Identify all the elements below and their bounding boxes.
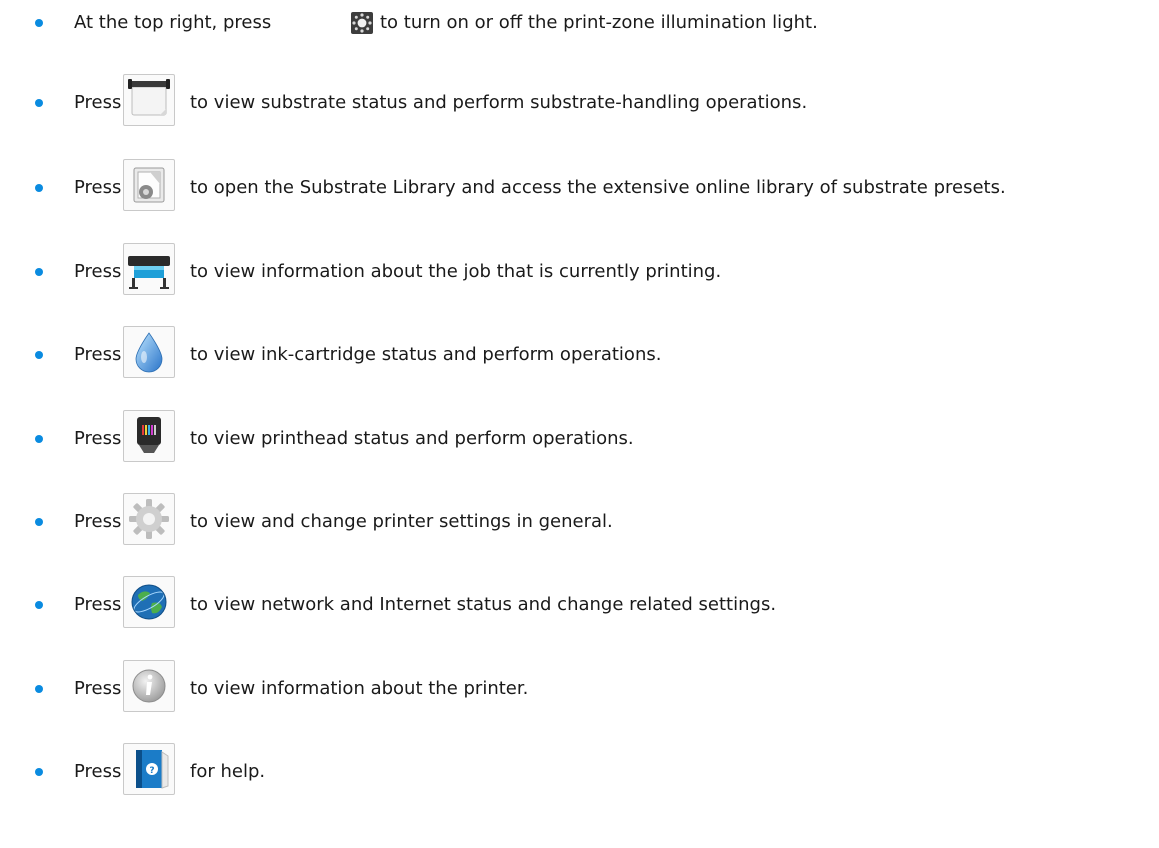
list-item-substrate-library: Press to open the Substrate Library and … (0, 153, 1159, 211)
item-text: to open the Substrate Library and access… (190, 177, 1006, 198)
substrate-roll-icon[interactable] (123, 74, 175, 126)
help-book-icon[interactable]: ? (123, 743, 175, 795)
svg-text:?: ? (149, 766, 154, 776)
list-item-settings: Press to view and change printer setting… (0, 487, 1159, 545)
list-item-help: Press ? for help. (0, 737, 1159, 795)
item-text: to view ink-cartridge status and perform… (190, 344, 662, 365)
info-icon[interactable] (123, 660, 175, 712)
item-text: to view printhead status and perform ope… (190, 428, 634, 449)
list-item-substrate: Press to view substrate status and perfo… (0, 68, 1159, 126)
item-text: to view network and Internet status and … (190, 594, 777, 615)
item-lead: Press (74, 594, 122, 615)
globe-icon[interactable] (123, 576, 175, 628)
item-text: to view information about the job that i… (190, 261, 722, 282)
bullet (35, 99, 43, 107)
bullet (35, 184, 43, 192)
list-item-network: Press to view network and Internet statu… (0, 570, 1159, 628)
item-lead: Press (74, 511, 122, 532)
sun-icon (351, 12, 373, 34)
item-text: for help. (190, 761, 266, 782)
item-lead: At the top right, press (74, 12, 272, 33)
bullet (35, 19, 43, 27)
item-lead: Press (74, 678, 122, 699)
printer-icon[interactable] (123, 243, 175, 295)
item-lead: Press (74, 177, 122, 198)
bullet (35, 351, 43, 359)
bullet (35, 685, 43, 693)
item-lead: Press (74, 428, 122, 449)
list-item-ink: Press to view ink-cartridge status and p… (0, 320, 1159, 378)
ink-drop-icon[interactable] (123, 326, 175, 378)
bullet (35, 518, 43, 526)
list-item-job: Press to view information about the job … (0, 237, 1159, 295)
bullet (35, 601, 43, 609)
list-item-light: At the top right, press to turn on or of… (0, 0, 1159, 56)
item-text: to view and change printer settings in g… (190, 511, 613, 532)
item-lead: Press (74, 261, 122, 282)
item-lead: Press (74, 761, 122, 782)
gear-icon[interactable] (123, 493, 175, 545)
list-item-printhead: Press to view printhead status and perfo… (0, 404, 1159, 462)
item-text: to turn on or off the print-zone illumin… (380, 12, 818, 33)
printhead-icon[interactable] (123, 410, 175, 462)
list-item-info: Press to view information about the prin… (0, 654, 1159, 712)
bullet (35, 435, 43, 443)
item-lead: Press (74, 344, 122, 365)
bullet (35, 268, 43, 276)
item-text: to view information about the printer. (190, 678, 529, 699)
substrate-library-icon[interactable] (123, 159, 175, 211)
item-text: to view substrate status and perform sub… (190, 92, 808, 113)
item-lead: Press (74, 92, 122, 113)
bullet (35, 768, 43, 776)
